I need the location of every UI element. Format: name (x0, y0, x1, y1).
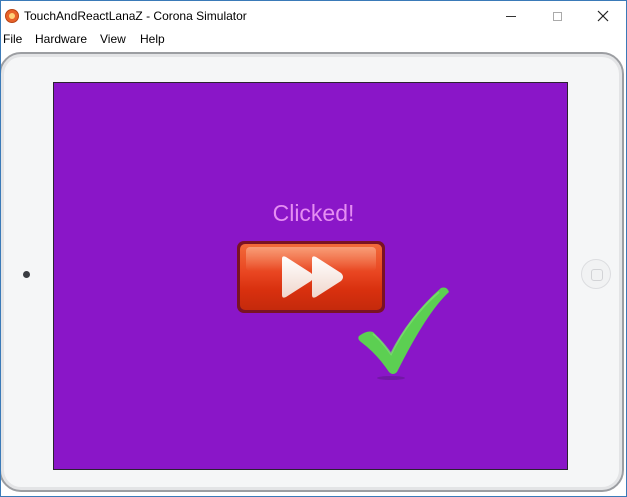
close-icon (597, 10, 609, 22)
minimize-button[interactable] (488, 1, 534, 31)
maximize-button[interactable] (534, 1, 580, 31)
simulator-window: TouchAndReactLanaZ - Corona Simulator Fi… (0, 0, 627, 497)
camera-icon (23, 271, 30, 278)
fast-forward-icon (282, 256, 343, 298)
menu-view[interactable]: View (100, 32, 126, 46)
title-bar[interactable]: TouchAndReactLanaZ - Corona Simulator (1, 1, 626, 31)
checkmark-icon (358, 287, 449, 380)
ipad-device-frame: Clicked! (1, 52, 624, 492)
menu-bar: File Hardware View Help (1, 31, 626, 49)
close-button[interactable] (580, 1, 626, 31)
menu-help[interactable]: Help (140, 32, 165, 46)
status-label: Clicked! (272, 200, 355, 226)
home-button-icon[interactable] (581, 259, 611, 289)
minimize-icon (506, 15, 516, 17)
simulator-viewport: Clicked! (1, 49, 626, 496)
app-screen[interactable]: Clicked! (53, 82, 568, 470)
menu-hardware[interactable]: Hardware (35, 32, 87, 46)
maximize-icon (552, 11, 562, 21)
window-title: TouchAndReactLanaZ - Corona Simulator (24, 9, 247, 23)
corona-app-icon[interactable] (5, 9, 19, 23)
menu-file[interactable]: File (3, 32, 22, 46)
